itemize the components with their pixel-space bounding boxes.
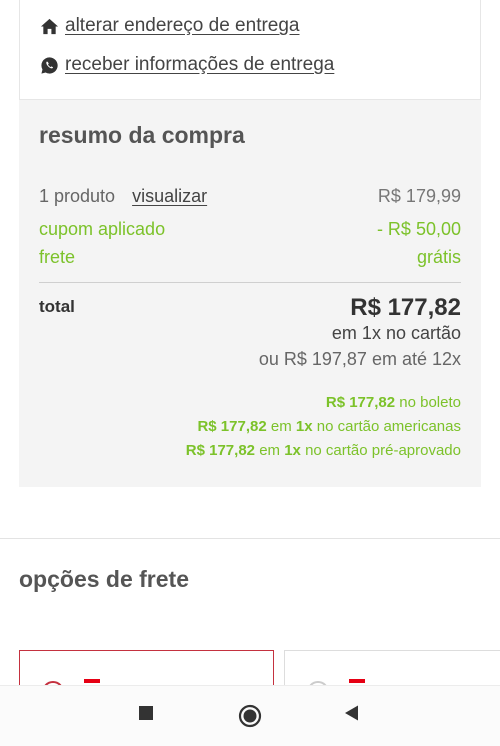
products-value: R$ 179,99: [377, 186, 461, 206]
shipping-value: grátis: [416, 247, 461, 267]
americanas-text: no cartão americanas: [316, 418, 461, 435]
square-icon[interactable]: [137, 704, 155, 722]
products-row: 1 produto visualizar R$ 179,99: [39, 186, 461, 207]
products-label: 1 produto: [39, 186, 116, 206]
total-value: R$ 177,82: [350, 294, 461, 321]
shipping-options-title: opções de frete: [19, 566, 189, 592]
system-navigation-bar: [0, 685, 500, 746]
section-separator: [0, 538, 500, 539]
total-label: total: [39, 297, 75, 316]
shipping-label: frete: [39, 247, 76, 267]
preapproved-value: R$ 177,82: [185, 442, 256, 459]
receive-info-label[interactable]: receber informações de entrega: [65, 54, 334, 76]
triangle-back-icon[interactable]: [343, 704, 361, 722]
coupon-label: cupom aplicado: [39, 219, 166, 239]
preapproved-text: no cartão pré-aprovado: [305, 442, 461, 459]
preapproved-mid: em: [259, 442, 281, 459]
change-address-label[interactable]: alterar endereço de entrega: [65, 15, 300, 37]
home-icon: [40, 18, 59, 34]
carrier-logo-icon: [349, 679, 365, 683]
alt-installment: ou R$ 197,87 em até 12x: [258, 349, 461, 369]
purchase-summary: resumo da compra 1 produto visualizar R$…: [19, 100, 481, 487]
view-products-link[interactable]: visualizar: [132, 186, 207, 206]
payment-option-preapproved: R$ 177,82 em 1x no cartão pré-aprovado: [186, 442, 461, 459]
americanas-value: R$ 177,82: [197, 418, 267, 435]
total-installment: em 1x no cartão: [331, 323, 461, 343]
delivery-links-card: alterar endereço de entrega receber info…: [19, 0, 481, 100]
boleto-text: no boleto: [399, 394, 461, 411]
payment-option-americanas: R$ 177,82 em 1x no cartão americanas: [197, 418, 461, 435]
carrier-logo-icon: [84, 679, 100, 683]
boleto-value: R$ 177,82: [325, 394, 396, 411]
whatsapp-icon: [41, 56, 58, 74]
change-address-link[interactable]: alterar endereço de entrega: [40, 15, 300, 37]
payment-option-boleto: R$ 177,82 no boleto: [326, 394, 461, 411]
summary-title: resumo da compra: [39, 122, 245, 148]
circle-icon[interactable]: [238, 704, 262, 728]
preapproved-x: 1x: [284, 442, 301, 459]
coupon-row: cupom aplicado - R$ 50,00: [39, 219, 461, 240]
americanas-mid: em: [270, 418, 292, 435]
coupon-value: - R$ 50,00: [376, 219, 461, 239]
receive-info-link[interactable]: receber informações de entrega: [40, 54, 334, 76]
shipping-row: frete grátis: [39, 247, 461, 268]
americanas-x: 1x: [295, 418, 313, 435]
summary-divider: [39, 282, 461, 283]
